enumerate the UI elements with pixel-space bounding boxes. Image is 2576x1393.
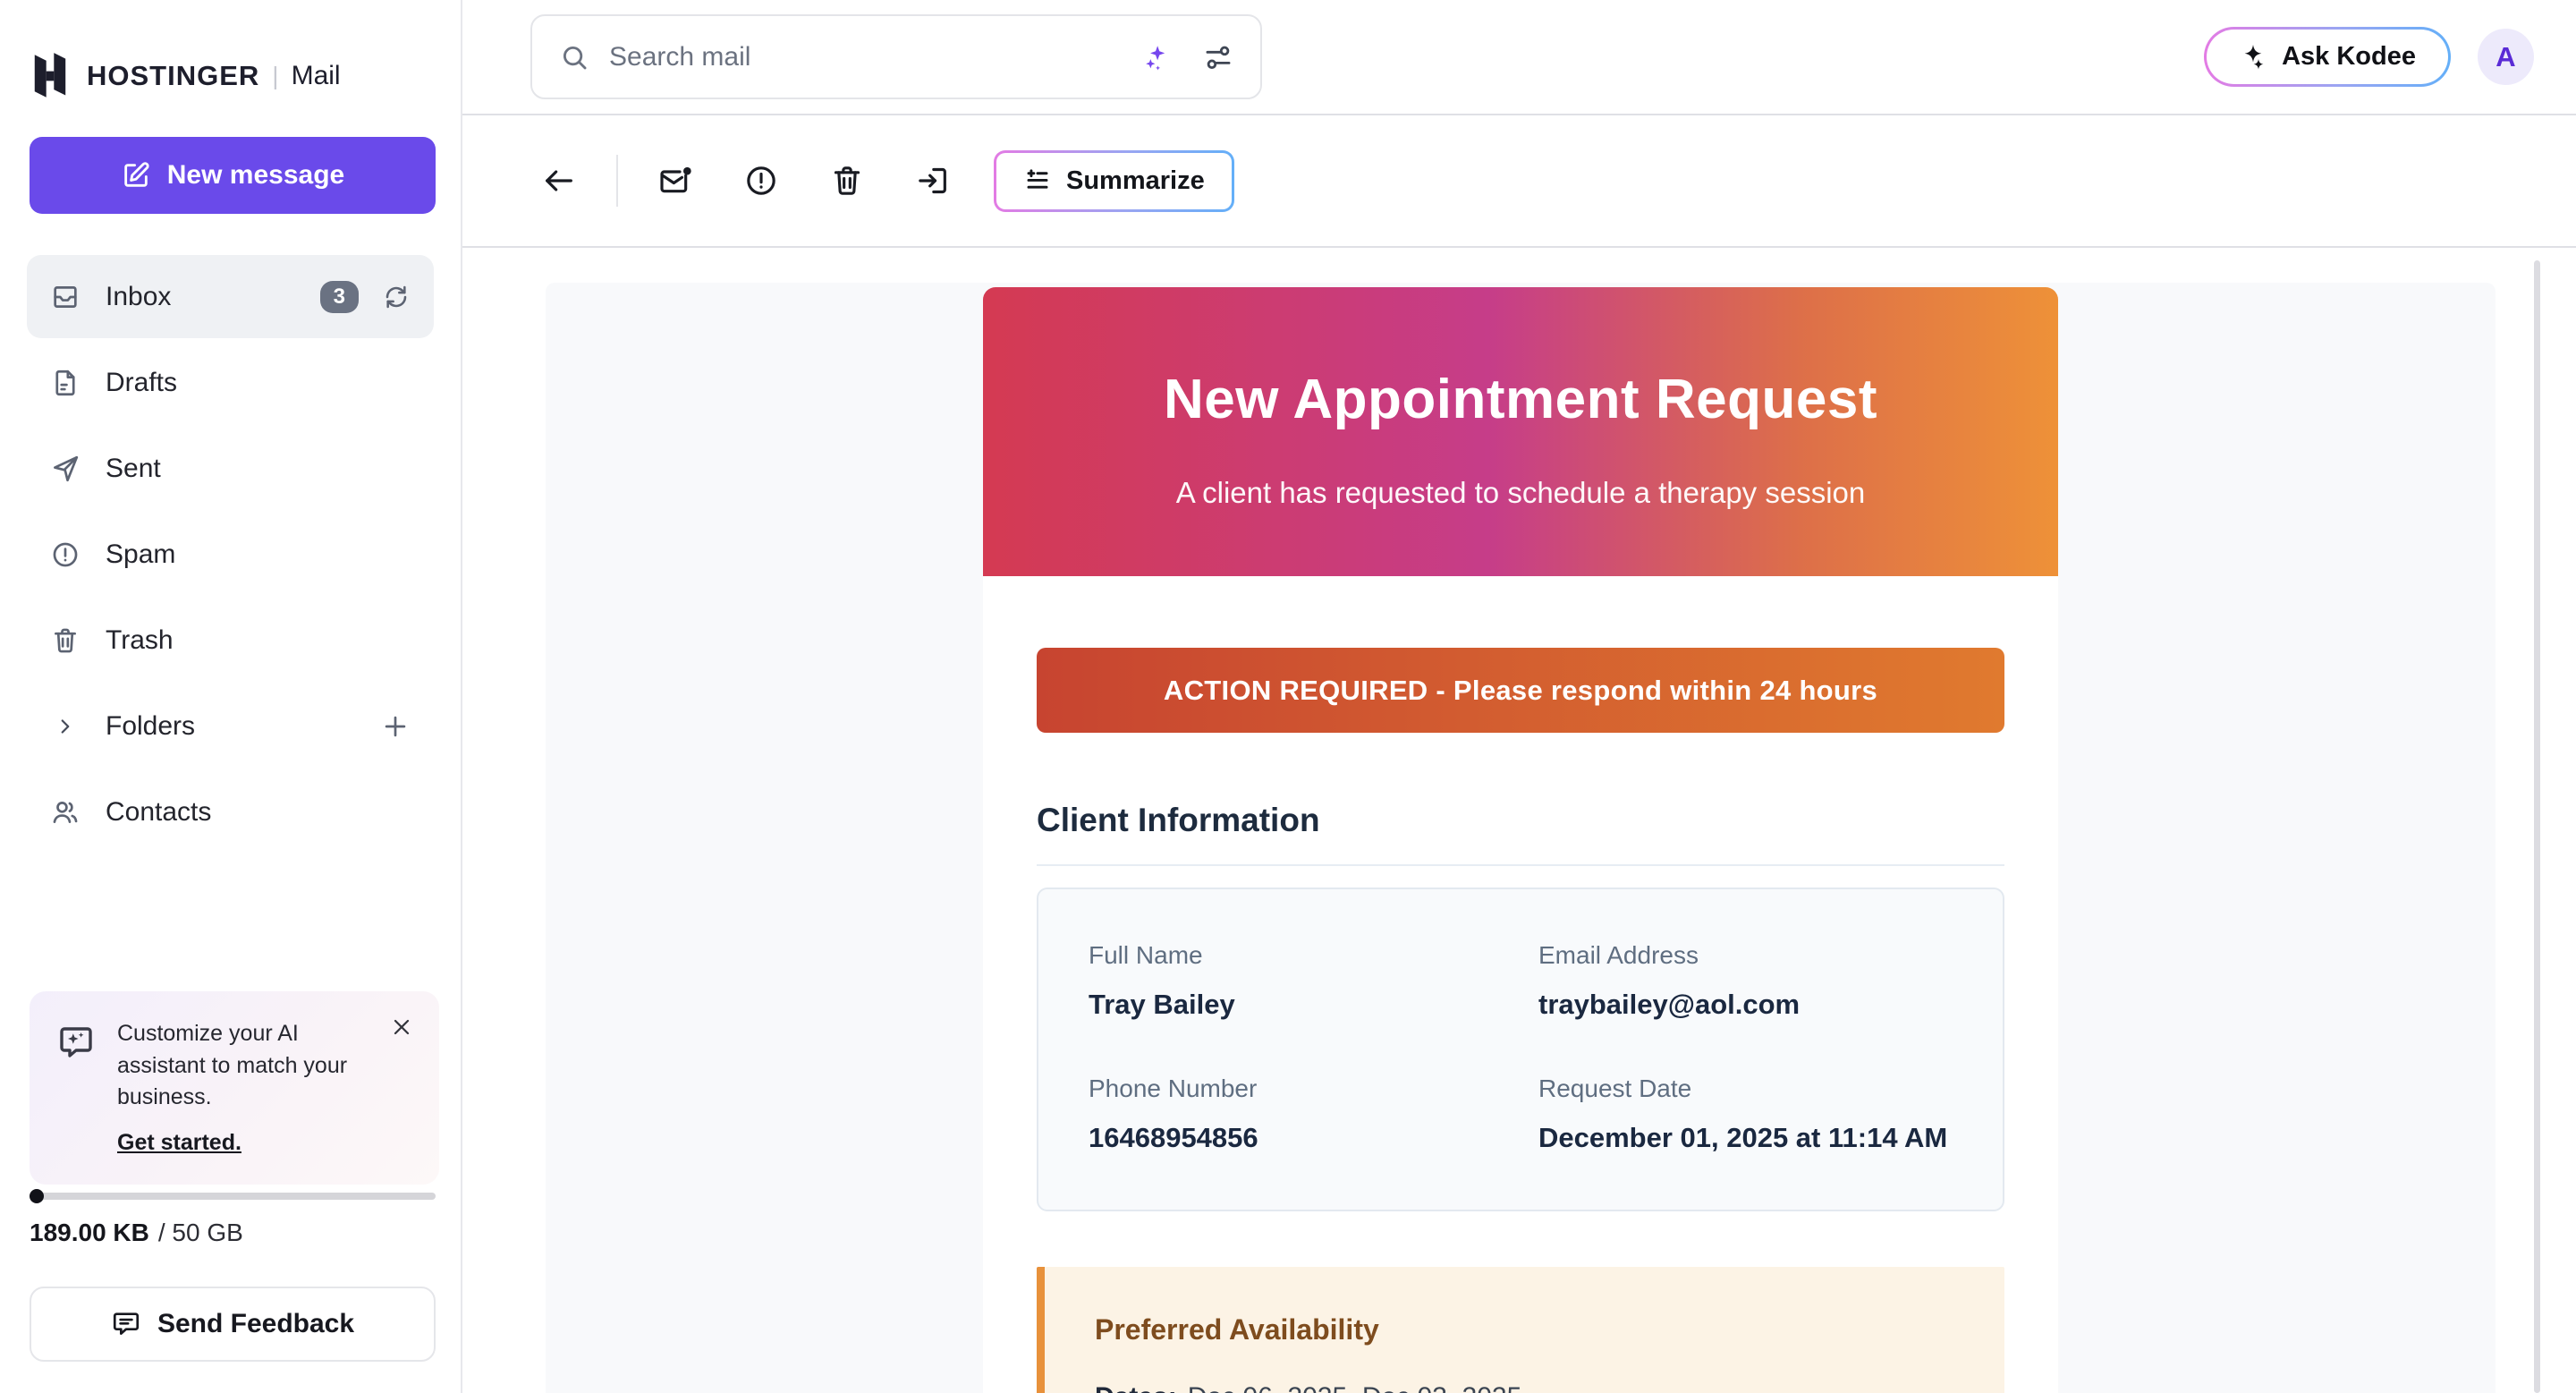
email-subtitle: A client has requested to schedule a the… <box>983 476 2058 510</box>
delete-icon[interactable] <box>829 163 865 199</box>
storage-quota: / 50 GB <box>158 1219 243 1246</box>
scrollbar[interactable] <box>2534 260 2540 1393</box>
inbox-icon <box>50 282 80 312</box>
field-request-date: Request Date December 01, 2025 at 11:14 … <box>1538 1074 1953 1154</box>
ask-kodee-label: Ask Kodee <box>2282 42 2416 72</box>
new-message-button[interactable]: New message <box>30 137 436 214</box>
back-arrow-icon[interactable] <box>541 163 577 199</box>
search-mail-field[interactable] <box>609 42 1121 72</box>
new-message-label: New message <box>167 160 344 191</box>
compose-icon <box>121 160 151 191</box>
avatar[interactable]: A <box>2478 29 2534 85</box>
brand-name: HOSTINGER <box>87 60 259 92</box>
drafts-icon <box>50 368 80 398</box>
email-hero: New Appointment Request A client has req… <box>983 287 2058 576</box>
field-value: December 01, 2025 at 11:14 AM <box>1538 1122 1953 1154</box>
feedback-icon <box>111 1309 141 1339</box>
hostinger-logo-icon <box>30 51 71 101</box>
send-feedback-label: Send Feedback <box>157 1309 354 1339</box>
inbox-unread-badge: 3 <box>320 281 359 313</box>
app-window: HOSTINGER | Mail New message <box>0 0 2576 1393</box>
section-divider <box>1037 864 2004 866</box>
sidebar-item-drafts[interactable]: Drafts <box>27 341 434 424</box>
availability-dates-label: Dates: <box>1095 1382 1177 1393</box>
trash-icon <box>50 625 80 656</box>
contacts-icon <box>50 797 80 828</box>
sidebar-item-label: Spam <box>106 539 175 570</box>
sidebar: HOSTINGER | Mail New message <box>0 0 462 1393</box>
email-card: New Appointment Request A client has req… <box>983 287 2058 1393</box>
main-area: Ask Kodee A <box>462 0 2576 1393</box>
summarize-label: Summarize <box>1066 166 1205 196</box>
field-value: 16468954856 <box>1089 1122 1503 1154</box>
field-value: Tray Bailey <box>1089 989 1503 1021</box>
mark-unread-icon[interactable] <box>657 163 693 199</box>
send-icon <box>50 454 80 484</box>
action-required-banner: ACTION REQUIRED - Please respond within … <box>1037 648 2004 733</box>
field-label: Full Name <box>1089 941 1503 970</box>
email-viewport: New Appointment Request A client has req… <box>546 283 2496 1393</box>
field-value: traybailey@aol.com <box>1538 989 1953 1021</box>
get-started-link[interactable]: Get started. <box>117 1130 242 1156</box>
brand-product: Mail <box>292 61 341 91</box>
sidebar-item-label: Contacts <box>106 797 211 828</box>
field-label: Request Date <box>1538 1074 1953 1103</box>
availability-title: Preferred Availability <box>1095 1313 1954 1346</box>
top-bar: Ask Kodee A <box>462 0 2576 115</box>
toolbar-divider <box>616 155 618 207</box>
ai-assistant-promo-card: Customize your AI assistant to match you… <box>30 991 439 1185</box>
storage-usage: 189.00 KB / 50 GB <box>30 1219 243 1247</box>
brand: HOSTINGER | Mail <box>30 51 461 101</box>
ai-search-sparkles-icon[interactable] <box>1140 42 1171 72</box>
field-full-name: Full Name Tray Bailey <box>1089 941 1503 1021</box>
field-label: Phone Number <box>1089 1074 1503 1103</box>
client-info-card: Full Name Tray Bailey Email Address tray… <box>1037 888 2004 1211</box>
field-label: Email Address <box>1538 941 1953 970</box>
search-icon <box>559 42 589 72</box>
email-title: New Appointment Request <box>983 368 2058 431</box>
brand-separator: | <box>272 62 278 90</box>
report-spam-icon[interactable] <box>743 163 779 199</box>
chevron-right-icon <box>54 715 77 738</box>
sidebar-item-folders[interactable]: Folders <box>27 684 434 768</box>
availability-dates-value: Dec 06, 2025, Dec 03, 2025 <box>1188 1382 1522 1393</box>
ask-kodee-button[interactable]: Ask Kodee <box>2204 27 2451 87</box>
add-folder-icon[interactable] <box>380 711 411 742</box>
summarize-icon <box>1023 166 1052 195</box>
search-input[interactable] <box>530 14 1262 99</box>
sidebar-item-inbox[interactable]: Inbox 3 <box>27 255 434 338</box>
summarize-button[interactable]: Summarize <box>994 150 1234 212</box>
storage-progress-bar <box>30 1193 436 1200</box>
availability-dates: Dates: Dec 06, 2025, Dec 03, 2025 <box>1095 1382 1954 1393</box>
search-filters-icon[interactable] <box>1203 42 1233 72</box>
sidebar-item-label: Sent <box>106 454 161 484</box>
sidebar-item-spam[interactable]: Spam <box>27 513 434 596</box>
refresh-icon[interactable] <box>382 283 411 311</box>
field-email-address: Email Address traybailey@aol.com <box>1538 941 1953 1021</box>
preferred-availability-card: Preferred Availability Dates: Dec 06, 202… <box>1037 1267 2004 1393</box>
send-feedback-button[interactable]: Send Feedback <box>30 1287 436 1362</box>
sidebar-item-label: Trash <box>106 625 174 656</box>
kodee-icon <box>2239 43 2267 72</box>
storage-used-indicator <box>30 1189 44 1203</box>
sidebar-item-label: Drafts <box>106 368 177 398</box>
storage-used: 189.00 KB <box>30 1219 149 1246</box>
sidebar-item-contacts[interactable]: Contacts <box>27 770 434 854</box>
sidebar-item-sent[interactable]: Sent <box>27 427 434 510</box>
field-phone-number: Phone Number 16468954856 <box>1089 1074 1503 1154</box>
client-information-title: Client Information <box>1037 802 2004 839</box>
sidebar-item-label: Folders <box>106 711 195 742</box>
sidebar-item-trash[interactable]: Trash <box>27 599 434 682</box>
message-actions <box>657 163 951 199</box>
spam-icon <box>50 539 80 570</box>
sidebar-item-label: Inbox <box>106 282 171 312</box>
sidebar-nav: Inbox 3 Drafts <box>27 255 434 854</box>
close-icon[interactable] <box>389 1015 414 1040</box>
message-view: New Appointment Request A client has req… <box>462 248 2576 1393</box>
move-to-folder-icon[interactable] <box>915 163 951 199</box>
ai-assistant-icon <box>55 1022 97 1114</box>
promo-text: Customize your AI assistant to match you… <box>117 1018 368 1114</box>
message-toolbar: Summarize <box>462 115 2576 248</box>
email-body: ACTION REQUIRED - Please respond within … <box>983 576 2058 1393</box>
